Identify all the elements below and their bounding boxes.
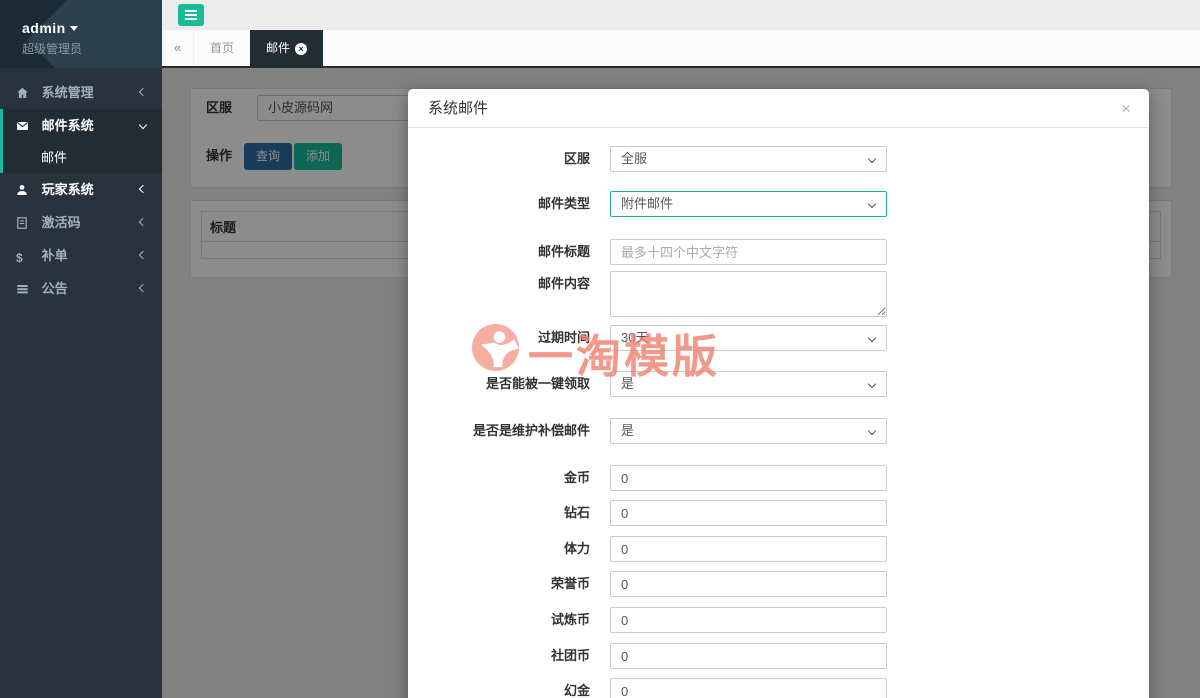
modal-header: 系统邮件 ×	[408, 89, 1149, 128]
select-value: 是	[621, 423, 634, 438]
sidebar-item-label: 系统管理	[42, 85, 94, 100]
home-icon	[16, 87, 30, 99]
diamond-input[interactable]	[610, 500, 887, 526]
magic-gold-input[interactable]	[610, 678, 887, 698]
chevron-left-icon	[139, 88, 147, 96]
sidebar-item-label: 激活码	[42, 215, 81, 230]
field-label-mail-type: 邮件类型	[408, 191, 590, 217]
dollar-icon: $	[16, 242, 30, 275]
chevron-down-icon	[868, 155, 876, 163]
tabs-collapse-button[interactable]: «	[162, 30, 194, 66]
select-value: 30天	[621, 330, 648, 345]
chevron-left-icon	[139, 185, 147, 193]
sidebar-item-label: 邮件系统	[42, 118, 94, 133]
select-value: 全服	[621, 151, 647, 166]
chevron-down-icon	[868, 334, 876, 342]
gold-input[interactable]	[610, 465, 887, 491]
one-key-claim-select[interactable]: 是	[610, 371, 887, 397]
field-label-honor-coin: 荣誉币	[408, 571, 590, 597]
chevron-left-icon	[139, 218, 147, 226]
field-label-stamina: 体力	[408, 536, 590, 562]
select-value: 附件邮件	[621, 196, 673, 211]
admin-app: admin 超级管理员 系统管理 邮件系统 邮件	[0, 0, 1200, 698]
field-label-expiry: 过期时间	[408, 325, 590, 351]
field-label-trial-coin: 试炼币	[408, 607, 590, 633]
user-panel: admin 超级管理员	[0, 0, 162, 68]
sidebar-item-system[interactable]: 系统管理	[0, 76, 162, 109]
sidebar-item-label: 公告	[42, 281, 68, 296]
field-label-diamond: 钻石	[408, 500, 590, 526]
sidebar-item-activation-code[interactable]: 激活码	[0, 206, 162, 239]
chevron-down-icon	[868, 380, 876, 388]
honor-coin-input[interactable]	[610, 571, 887, 597]
field-label-mail-content: 邮件内容	[408, 271, 590, 297]
document-icon	[16, 217, 30, 229]
chevron-down-icon	[868, 200, 876, 208]
system-mail-modal: 系统邮件 × 区服 全服 邮件类型 附件邮件 邮件标题 邮件内容	[408, 89, 1149, 698]
chevron-down-icon	[139, 121, 147, 129]
tab-mail[interactable]: 邮件 ×	[250, 30, 323, 68]
tabbar: « 首页 邮件 ×	[162, 30, 1200, 68]
field-label-mail-title: 邮件标题	[408, 239, 590, 265]
sidebar-item-mail[interactable]: 邮件	[3, 142, 162, 173]
guild-coin-input[interactable]	[610, 643, 887, 669]
sidebar: admin 超级管理员 系统管理 邮件系统 邮件	[0, 0, 162, 698]
sidebar-item-announcement[interactable]: 公告	[0, 272, 162, 305]
sidebar-group-mail: 邮件系统 邮件	[0, 109, 162, 173]
sidebar-item-label: 补单	[42, 248, 68, 263]
sidebar-item-reissue[interactable]: $ 补单	[0, 239, 162, 272]
stamina-input[interactable]	[610, 536, 887, 562]
field-label-server: 区服	[408, 146, 590, 172]
user-menu[interactable]: admin	[22, 20, 78, 36]
field-label-gold: 金币	[408, 465, 590, 491]
field-label-magic-gold: 幻金	[408, 678, 590, 698]
caret-down-icon	[70, 26, 78, 31]
sidebar-menu: 系统管理 邮件系统 邮件 玩家系统	[0, 76, 162, 305]
tab-close-icon[interactable]: ×	[295, 43, 307, 55]
modal-title: 系统邮件	[428, 89, 488, 128]
sidebar-item-mail-system[interactable]: 邮件系统	[3, 109, 162, 142]
tab-home[interactable]: 首页	[194, 30, 250, 68]
user-name: admin	[22, 20, 66, 36]
user-role: 超级管理员	[22, 40, 82, 57]
sidebar-item-label: 玩家系统	[42, 182, 94, 197]
sidebar-item-player[interactable]: 玩家系统	[0, 173, 162, 206]
field-label-guild-coin: 社团币	[408, 643, 590, 669]
mail-title-input[interactable]	[610, 239, 887, 265]
hamburger-icon	[185, 14, 197, 16]
field-label-one-key-claim: 是否能被一键领取	[408, 371, 590, 397]
mail-content-textarea[interactable]	[610, 271, 887, 317]
maintenance-mail-select[interactable]: 是	[610, 418, 887, 444]
tab-label: 邮件	[266, 41, 290, 55]
select-value: 是	[621, 376, 634, 391]
sidebar-toggle-button[interactable]	[178, 4, 204, 26]
topbar	[162, 0, 1200, 30]
trial-coin-input[interactable]	[610, 607, 887, 633]
modal-close-button[interactable]: ×	[1121, 89, 1131, 128]
server-scope-select[interactable]: 全服	[610, 146, 887, 172]
field-label-maintenance-mail: 是否是维护补偿邮件	[408, 418, 590, 444]
chevron-left-icon	[139, 284, 147, 292]
user-icon	[16, 184, 30, 196]
expiry-select[interactable]: 30天	[610, 325, 887, 351]
chevron-left-icon	[139, 251, 147, 259]
list-icon	[16, 283, 30, 295]
envelope-icon	[16, 120, 30, 132]
mail-type-select[interactable]: 附件邮件	[610, 191, 887, 217]
chevron-down-icon	[868, 427, 876, 435]
